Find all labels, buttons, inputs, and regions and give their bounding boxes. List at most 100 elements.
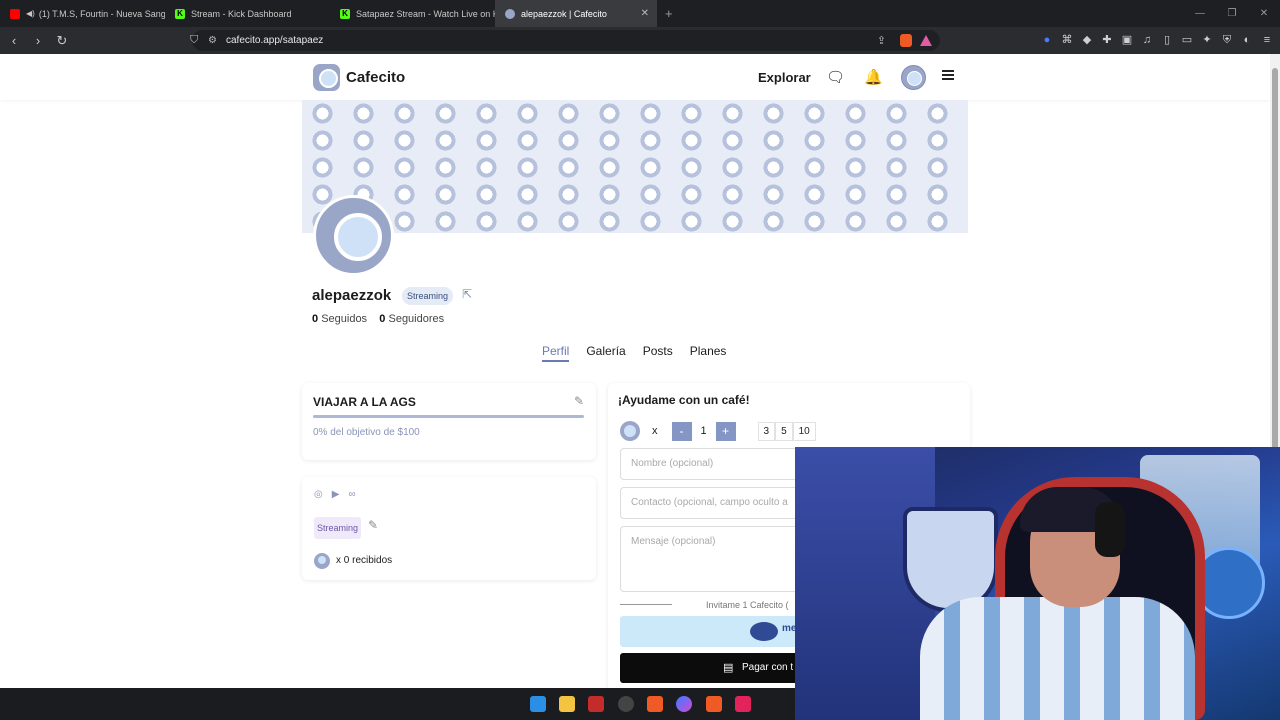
tab-planes[interactable]: Planes: [690, 344, 727, 362]
music-icon[interactable]: ♫: [1140, 33, 1154, 47]
address-bar-row: ‹ › ↻ ⛉ ⚙ cafecito.app/satapaez ⇪ ● ⌘ ◆ …: [0, 27, 1280, 54]
tiktok-icon[interactable]: [735, 696, 751, 712]
tab-perfil[interactable]: Perfil: [542, 344, 570, 362]
profile-banner: [302, 100, 968, 233]
kick-icon: K: [175, 8, 185, 19]
reload-icon[interactable]: ↻: [52, 33, 72, 49]
youtube-icon[interactable]: ▶: [332, 489, 340, 500]
link-icon[interactable]: ∞: [348, 489, 355, 500]
goal-title: VIAJAR A LA AGS: [313, 395, 416, 409]
site-settings-icon[interactable]: ⚙: [208, 35, 217, 46]
forward-icon[interactable]: ›: [28, 33, 48, 48]
preset-5-button[interactable]: 5: [775, 421, 793, 441]
speaker-icon[interactable]: ◀): [26, 9, 35, 18]
pay-card-label: Pagar con t: [742, 662, 794, 673]
card-icon: ▤: [723, 662, 734, 674]
restore-icon[interactable]: ❐: [1216, 8, 1248, 19]
vpn-icon[interactable]: ⛨: [1220, 33, 1234, 47]
brand-name: Cafecito: [346, 69, 406, 86]
copilot-icon[interactable]: [676, 696, 692, 712]
divider: [620, 604, 672, 605]
decrement-button[interactable]: -: [671, 421, 692, 441]
hamburger-menu-icon[interactable]: [942, 70, 954, 80]
followers-count: 0: [379, 313, 386, 325]
leo-icon[interactable]: ✦: [1200, 33, 1214, 47]
instagram-icon[interactable]: ◎: [314, 489, 323, 500]
contact-field[interactable]: Contacto (opcional, campo oculto a: [620, 487, 810, 519]
followers-label[interactable]: Seguidores: [388, 313, 444, 325]
following-count: 0: [312, 313, 319, 325]
browser-tab-title: Satapaez Stream - Watch Live on Kick: [356, 8, 495, 19]
message-field[interactable]: Mensaje (opcional): [620, 526, 810, 592]
donation-title: ¡Ayudame con un café!: [618, 393, 750, 407]
app-icon[interactable]: [588, 696, 604, 712]
new-tab-icon[interactable]: +: [665, 6, 673, 21]
youtube-icon: [10, 8, 20, 19]
brave-rewards-icon[interactable]: [920, 35, 932, 46]
browser-tab-2[interactable]: K Stream - Kick Dashboard: [165, 0, 330, 27]
multiplier-label: x: [652, 425, 658, 437]
category-badge: Streaming: [402, 287, 454, 305]
coffee-cup-icon: [314, 553, 330, 569]
mercadopago-button[interactable]: me: [620, 616, 800, 647]
increment-button[interactable]: +: [715, 421, 736, 441]
profile-username: alepaezzok: [312, 287, 392, 304]
explore-link[interactable]: Explorar: [758, 70, 811, 85]
tab-galeria[interactable]: Galería: [586, 344, 625, 362]
browser-tab-bar: ◀) (1) T.M.S, Fourtin - Nueva Sangre K S…: [0, 0, 1280, 27]
pay-card-button[interactable]: ▤ Pagar con t: [620, 653, 800, 683]
close-tab-icon[interactable]: ✕: [641, 8, 649, 19]
coffee-cup-icon: [620, 421, 640, 441]
folder-icon[interactable]: [559, 696, 575, 712]
category-tag: Streaming: [314, 517, 362, 539]
cafecito-icon: [505, 8, 515, 19]
tab-posts[interactable]: Posts: [643, 344, 673, 362]
browser-tab-4[interactable]: alepaezzok | Cafecito ✕: [495, 0, 657, 27]
profile-avatar: [313, 195, 394, 276]
translate-icon[interactable]: ⌘: [1060, 33, 1074, 47]
browser-tab-title: (1) T.M.S, Fourtin - Nueva Sangre: [38, 8, 165, 19]
extension-icon[interactable]: ●: [1040, 33, 1054, 47]
sidebar-icon[interactable]: ▯: [1160, 33, 1174, 47]
puzzle-icon[interactable]: ✚: [1100, 33, 1114, 47]
following-label[interactable]: Seguidos: [321, 313, 367, 325]
preset-3-button[interactable]: 3: [757, 421, 776, 441]
close-window-icon[interactable]: ✕: [1248, 8, 1280, 19]
user-avatar[interactable]: [901, 65, 926, 90]
brand-logo[interactable]: Cafecito: [313, 64, 405, 91]
url-input[interactable]: ⛉ ⚙ cafecito.app/satapaez ⇪: [190, 30, 940, 51]
name-field[interactable]: Nombre (opcional): [620, 448, 810, 480]
kick-icon: K: [340, 8, 350, 19]
webcam-jersey: [920, 597, 1195, 720]
back-icon[interactable]: ‹: [4, 33, 24, 48]
wallet-icon[interactable]: ▭: [1180, 33, 1194, 47]
browser-tab-1[interactable]: ◀) (1) T.M.S, Fourtin - Nueva Sangre: [0, 0, 165, 27]
preset-10-button[interactable]: 10: [792, 421, 816, 441]
chat-icon[interactable]: 🗨: [826, 68, 845, 86]
share-icon[interactable]: ⇪: [877, 34, 886, 47]
bookmark-icon[interactable]: ⛉: [190, 34, 198, 47]
screenshot-icon[interactable]: ▣: [1120, 33, 1134, 47]
brave-icon[interactable]: [647, 696, 663, 712]
goal-progress-bar: [313, 415, 584, 418]
received-count: x 0 recibidos: [336, 555, 393, 566]
pencil-icon[interactable]: ✎: [574, 394, 584, 408]
obs-icon[interactable]: [618, 696, 634, 712]
goal-card: VIAJAR A LA AGS ✎ 0% del objetivo de $10…: [302, 383, 596, 460]
quantity-value[interactable]: 1: [692, 422, 716, 441]
brave-icon[interactable]: [706, 696, 722, 712]
minimize-icon[interactable]: —: [1184, 8, 1216, 19]
brave-shields-icon[interactable]: [900, 34, 912, 47]
extension-icon[interactable]: ◐: [1240, 33, 1254, 47]
webcam-headset: [1095, 502, 1125, 557]
browser-tab-3[interactable]: K Satapaez Stream - Watch Live on Kick: [330, 0, 495, 27]
handshake-icon: [750, 622, 778, 641]
bell-icon[interactable]: 🔔: [864, 68, 883, 86]
menu-icon[interactable]: ≡: [1260, 33, 1274, 47]
profile-tabs: Perfil Galería Posts Planes: [542, 344, 726, 362]
pencil-icon[interactable]: ✎: [368, 518, 378, 532]
extension-icon[interactable]: ◆: [1080, 33, 1094, 47]
share-profile-icon[interactable]: ⇱: [462, 287, 472, 301]
windows-start-icon[interactable]: [530, 696, 546, 712]
social-links: ◎ ▶ ∞: [314, 489, 356, 500]
